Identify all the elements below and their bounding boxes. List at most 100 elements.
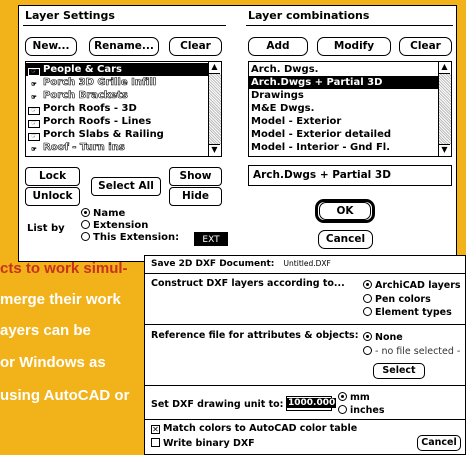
list-by-name-option[interactable]: Name (81, 208, 179, 220)
reference-file-option[interactable]: - no file selected - (363, 345, 460, 359)
reference-none-option[interactable]: None (363, 331, 460, 345)
layer-settings-dialog: Layer Settings New... Rename... Clear ☞ P… (18, 5, 457, 262)
checkbox-checked-icon[interactable]: ✕ (151, 425, 160, 434)
combination-list-item[interactable]: Arch. Dwgs. (249, 63, 451, 76)
layer-list-item[interactable]: ☞ Roof - Turn ins (26, 141, 221, 154)
layer-name: Porch Slabs & Railing (43, 129, 164, 140)
dxf-cancel-button[interactable]: Cancel (417, 435, 461, 451)
layer-list-item[interactable]: ☞ Porch 3D Grille Infill (26, 76, 221, 89)
radio-icon[interactable] (363, 345, 372, 355)
article-line: or Windows as (0, 354, 106, 371)
layer-name: Porch Brackets (43, 90, 128, 102)
construct-radio-group: ArchiCAD layers Pen colors Element types (363, 279, 461, 320)
radio-selected-icon[interactable] (338, 392, 347, 401)
layer-name: Porch 3D Grille Infill (43, 77, 157, 89)
save-dxf-dialog: Save 2D DXF Document: Untitled.DXF Const… (144, 255, 466, 455)
add-combination-button[interactable]: Add (248, 37, 308, 56)
layer-name: Porch Roofs - Lines (43, 116, 152, 127)
clear-layer-button[interactable]: Clear (169, 37, 222, 56)
article-line: merge their work (0, 291, 121, 308)
combination-list[interactable]: Arch. Dwgs. Arch.Dwgs + Partial 3D Drawing… (248, 61, 452, 157)
construct-pen-colors-option[interactable]: Pen colors (363, 293, 461, 307)
extension-input[interactable]: EXT (194, 232, 228, 246)
radio-icon[interactable] (338, 405, 347, 414)
construct-archicad-option[interactable]: ArchiCAD layers (363, 279, 461, 293)
checkbox-icon[interactable] (151, 438, 160, 447)
article-line: ayers can be (0, 322, 91, 339)
select-reference-button[interactable]: Select (373, 363, 425, 379)
article-line: using AutoCAD or (0, 387, 130, 404)
divider (145, 385, 465, 386)
binary-dxf-option[interactable]: Write binary DXF (151, 438, 255, 449)
layer-list-item[interactable]: ☞ People & Cars (26, 63, 221, 76)
layer-icon: ☞ (28, 146, 40, 154)
combination-list-item[interactable]: Arch.Dwgs + Partial 3D (249, 76, 451, 89)
combination-list-item[interactable]: M&E Dwgs. (249, 102, 451, 115)
rename-layer-button[interactable]: Rename... (89, 37, 159, 56)
layer-icon: ☞ (28, 81, 40, 89)
layer-list-scrollbar[interactable]: ▲ ▼ (208, 62, 221, 156)
unlock-button[interactable]: Unlock (25, 187, 80, 206)
scroll-down-icon[interactable]: ▼ (209, 144, 220, 156)
layer-icon: ☞ (28, 107, 40, 115)
ok-button[interactable]: OK (319, 202, 371, 220)
divider (246, 25, 453, 26)
combination-list-item[interactable]: Model - Exterior (249, 115, 451, 128)
radio-selected-icon[interactable] (363, 280, 372, 289)
cancel-button[interactable]: Cancel (318, 230, 373, 249)
layer-name: Roof - Turn ins (43, 142, 125, 154)
radio-selected-icon[interactable] (363, 332, 372, 341)
radio-icon[interactable] (81, 232, 90, 241)
list-by-this-extension-option[interactable]: This Extension: (81, 232, 179, 244)
divider (23, 25, 226, 26)
unit-mm-option[interactable]: mm (338, 391, 385, 404)
combination-list-item[interactable]: Model - Exterior detailed (249, 128, 451, 141)
layer-list[interactable]: ☞ People & Cars ☞ Porch 3D Grille Infill ☞ Po… (25, 61, 222, 157)
scroll-down-icon[interactable]: ▼ (439, 144, 450, 156)
clear-combination-button[interactable]: Clear (399, 37, 452, 56)
layer-icon: ☞ (28, 94, 40, 102)
scroll-track[interactable] (439, 74, 451, 144)
ok-button-ring: OK (315, 199, 375, 223)
unit-label: Set DXF drawing unit to: (151, 399, 284, 410)
combination-list-scrollbar[interactable]: ▲ ▼ (438, 62, 451, 156)
unit-inches-option[interactable]: inches (338, 404, 385, 417)
scroll-up-icon[interactable]: ▲ (209, 62, 220, 74)
list-by-radio-group: Name Extension This Extension: (81, 208, 179, 244)
reference-radio-group: None - no file selected - (363, 331, 460, 358)
layer-list-item[interactable]: ☞ Porch Roofs - 3D (26, 102, 221, 115)
dxf-dialog-title: Save 2D DXF Document: Untitled.DXF (151, 259, 331, 269)
radio-icon[interactable] (363, 307, 372, 316)
hide-button[interactable]: Hide (169, 187, 222, 206)
construct-label: Construct DXF layers according to... (151, 278, 345, 289)
dxf-filename: Untitled.DXF (283, 259, 331, 268)
layer-list-item[interactable]: ☞ Porch Brackets (26, 89, 221, 102)
list-by-extension-option[interactable]: Extension (81, 220, 179, 232)
modify-combination-button[interactable]: Modify (317, 37, 391, 56)
combination-name-field[interactable]: Arch.Dwgs + Partial 3D (248, 165, 452, 186)
combination-list-item[interactable]: Model - Interior - Gnd Fl. (249, 141, 451, 154)
scroll-up-icon[interactable]: ▲ (439, 62, 450, 74)
combination-list-item[interactable]: Drawings (249, 89, 451, 102)
list-by-label: List by (27, 223, 65, 234)
scroll-track[interactable] (209, 74, 221, 144)
select-all-button[interactable]: Select All (91, 177, 161, 196)
construct-element-types-option[interactable]: Element types (363, 306, 461, 320)
reference-label: Reference file for attributes & objects: (151, 330, 359, 341)
new-layer-button[interactable]: New... (25, 37, 77, 56)
divider (145, 419, 465, 420)
unit-radio-group: mm inches (338, 391, 385, 417)
radio-selected-icon[interactable] (81, 208, 90, 217)
match-colors-option[interactable]: ✕ Match colors to AutoCAD color table (151, 423, 357, 434)
unit-value-input[interactable]: 1000.000 (286, 396, 337, 411)
radio-icon[interactable] (363, 293, 372, 303)
divider (145, 273, 465, 274)
layer-name: People & Cars (43, 64, 123, 75)
layer-list-item[interactable]: ☞ Porch Slabs & Railing (26, 128, 221, 141)
show-button[interactable]: Show (169, 167, 222, 186)
radio-icon[interactable] (81, 220, 90, 229)
article-line: cts to work simul- (0, 260, 128, 277)
layer-list-item[interactable]: ☞ Porch Roofs - Lines (26, 115, 221, 128)
layer-combinations-title: Layer combinations (248, 9, 370, 22)
lock-button[interactable]: Lock (25, 167, 80, 186)
